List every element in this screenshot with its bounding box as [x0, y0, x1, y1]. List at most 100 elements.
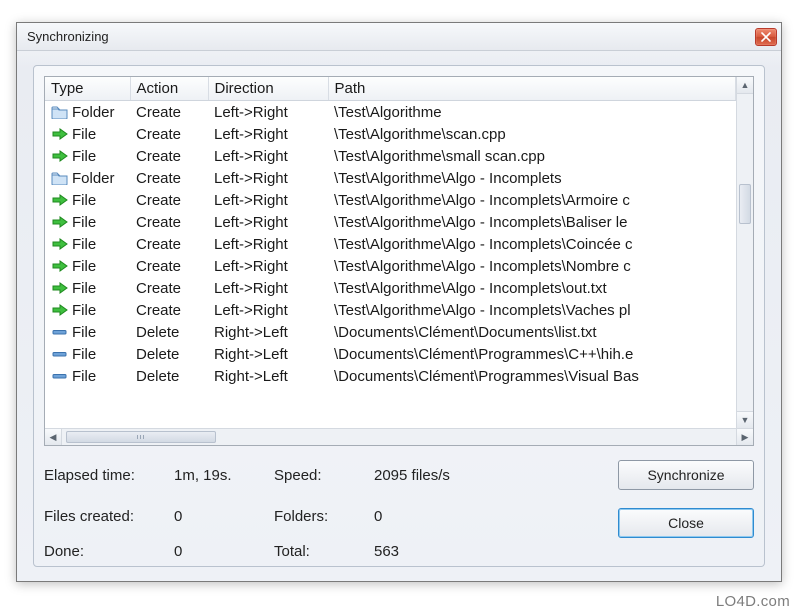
table-row[interactable]: FileDeleteRight->Left\Documents\Clément\… — [45, 365, 736, 387]
total-value: 563 — [374, 543, 554, 560]
action-text: Delete — [130, 321, 208, 343]
direction-text: Right->Left — [208, 343, 328, 365]
scroll-right-icon[interactable]: ▶ — [736, 429, 753, 445]
done-value: 0 — [174, 543, 274, 560]
arrow-right-icon — [51, 214, 69, 230]
col-action[interactable]: Action — [130, 77, 208, 101]
action-text: Create — [130, 255, 208, 277]
window-title: Synchronizing — [27, 29, 755, 44]
path-text: \Test\Algorithme\Algo - Incomplets\Nombr… — [328, 255, 736, 277]
scroll-down-icon[interactable]: ▼ — [737, 411, 753, 428]
col-direction[interactable]: Direction — [208, 77, 328, 101]
hscroll-track[interactable] — [62, 429, 736, 445]
action-text: Create — [130, 123, 208, 145]
table-row[interactable]: Folder CreateLeft->Right\Test\Algorithme\… — [45, 167, 736, 189]
action-text: Create — [130, 277, 208, 299]
watermark: LO4D.com — [716, 593, 790, 610]
path-text: \Test\Algorithme\Algo - Incomplets\Armoi… — [328, 189, 736, 211]
hscroll-thumb[interactable] — [66, 431, 216, 443]
minus-icon — [51, 346, 69, 362]
table-row[interactable]: Folder CreateLeft->Right\Test\Algorithme — [45, 101, 736, 124]
action-text: Delete — [130, 343, 208, 365]
arrow-right-icon — [51, 126, 69, 142]
total-label: Total: — [274, 543, 374, 560]
files-created-value: 0 — [174, 508, 274, 525]
titlebar[interactable]: Synchronizing — [17, 23, 781, 51]
list-panel: Type Action Direction Path FolderCreateL… — [33, 65, 765, 567]
done-label: Done: — [44, 543, 174, 560]
arrow-right-icon — [51, 192, 69, 208]
type-text: Folder — [72, 170, 115, 187]
action-text: Create — [130, 167, 208, 189]
elapsed-value: 1m, 19s. — [174, 467, 274, 484]
action-text: Create — [130, 101, 208, 124]
col-path[interactable]: Path — [328, 77, 736, 101]
direction-text: Left->Right — [208, 233, 328, 255]
table-row[interactable]: File CreateLeft->Right\Test\Algorithme\Al… — [45, 255, 736, 277]
action-text: Create — [130, 211, 208, 233]
table-row[interactable]: FileCreateLeft->Right\Test\Algorithme\Al… — [45, 277, 736, 299]
path-text: \Test\Algorithme\Algo - Incomplets\Balis… — [328, 211, 736, 233]
direction-text: Left->Right — [208, 101, 328, 124]
path-text: \Test\Algorithme\Algo - Incomplets — [328, 167, 736, 189]
scroll-track[interactable] — [737, 94, 753, 411]
direction-text: Left->Right — [208, 189, 328, 211]
type-text: File — [72, 126, 96, 143]
folder-icon — [51, 170, 69, 186]
scroll-left-icon[interactable]: ◀ — [45, 429, 62, 445]
scroll-thumb[interactable] — [739, 184, 751, 224]
header-row: Type Action Direction Path — [45, 77, 736, 101]
type-text: File — [72, 214, 96, 231]
folders-label: Folders: — [274, 508, 374, 525]
close-icon[interactable] — [755, 28, 777, 46]
minus-icon — [51, 368, 69, 384]
vertical-scrollbar[interactable]: ▲ ▼ — [736, 77, 753, 428]
speed-label: Speed: — [274, 467, 374, 484]
arrow-right-icon — [51, 258, 69, 274]
scroll-up-icon[interactable]: ▲ — [737, 77, 753, 94]
horizontal-scrollbar[interactable]: ◀ ▶ — [45, 428, 753, 445]
folders-value: 0 — [374, 508, 554, 525]
direction-text: Left->Right — [208, 255, 328, 277]
path-text: \Test\Algorithme\Algo - Incomplets\Vache… — [328, 299, 736, 321]
close-button[interactable]: Close — [618, 508, 754, 538]
type-text: Folder — [72, 104, 115, 121]
type-text: File — [72, 368, 96, 385]
type-text: File — [72, 324, 96, 341]
table-row[interactable]: FileDeleteRight->Left\Documents\Clément\… — [45, 343, 736, 365]
action-text: Create — [130, 189, 208, 211]
path-text: \Test\Algorithme\small scan.cpp — [328, 145, 736, 167]
file-table: Type Action Direction Path FolderCreateL… — [44, 76, 754, 446]
path-text: \Test\Algorithme\Algo - Incomplets\out.t… — [328, 277, 736, 299]
direction-text: Right->Left — [208, 365, 328, 387]
action-text: Create — [130, 233, 208, 255]
path-text: \Test\Algorithme\scan.cpp — [328, 123, 736, 145]
type-text: File — [72, 302, 96, 319]
direction-text: Left->Right — [208, 299, 328, 321]
synchronize-button[interactable]: Synchronize — [618, 460, 754, 490]
table-row[interactable]: File CreateLeft->Right\Test\Algorithme\Al… — [45, 299, 736, 321]
col-type[interactable]: Type — [45, 77, 130, 101]
path-text: \Documents\Clément\Programmes\Visual Bas — [328, 365, 736, 387]
type-text: File — [72, 280, 96, 297]
table-row[interactable]: File CreateLeft->Right\Test\Algorithme\Al… — [45, 189, 736, 211]
table-row[interactable]: File CreateLeft->Right\Test\Algorithme\sm… — [45, 145, 736, 167]
speed-value: 2095 files/s — [374, 467, 554, 484]
action-text: Create — [130, 299, 208, 321]
direction-text: Left->Right — [208, 145, 328, 167]
elapsed-label: Elapsed time: — [44, 467, 174, 484]
table-row[interactable]: FileCreateLeft->Right\Test\Algorithme\Al… — [45, 233, 736, 255]
content-area: Type Action Direction Path FolderCreateL… — [17, 51, 781, 581]
type-text: File — [72, 258, 96, 275]
arrow-right-icon — [51, 302, 69, 318]
files-created-label: Files created: — [44, 508, 174, 525]
type-text: File — [72, 148, 96, 165]
path-text: \Test\Algorithme — [328, 101, 736, 124]
action-text: Create — [130, 145, 208, 167]
table-row[interactable]: FileDeleteRight->Left\Documents\Clément\… — [45, 321, 736, 343]
direction-text: Left->Right — [208, 167, 328, 189]
type-text: File — [72, 192, 96, 209]
table-row[interactable]: FileCreateLeft->Right\Test\Algorithme\Al… — [45, 211, 736, 233]
type-text: File — [72, 346, 96, 363]
table-row[interactable]: FileCreateLeft->Right\Test\Algorithme\sc… — [45, 123, 736, 145]
